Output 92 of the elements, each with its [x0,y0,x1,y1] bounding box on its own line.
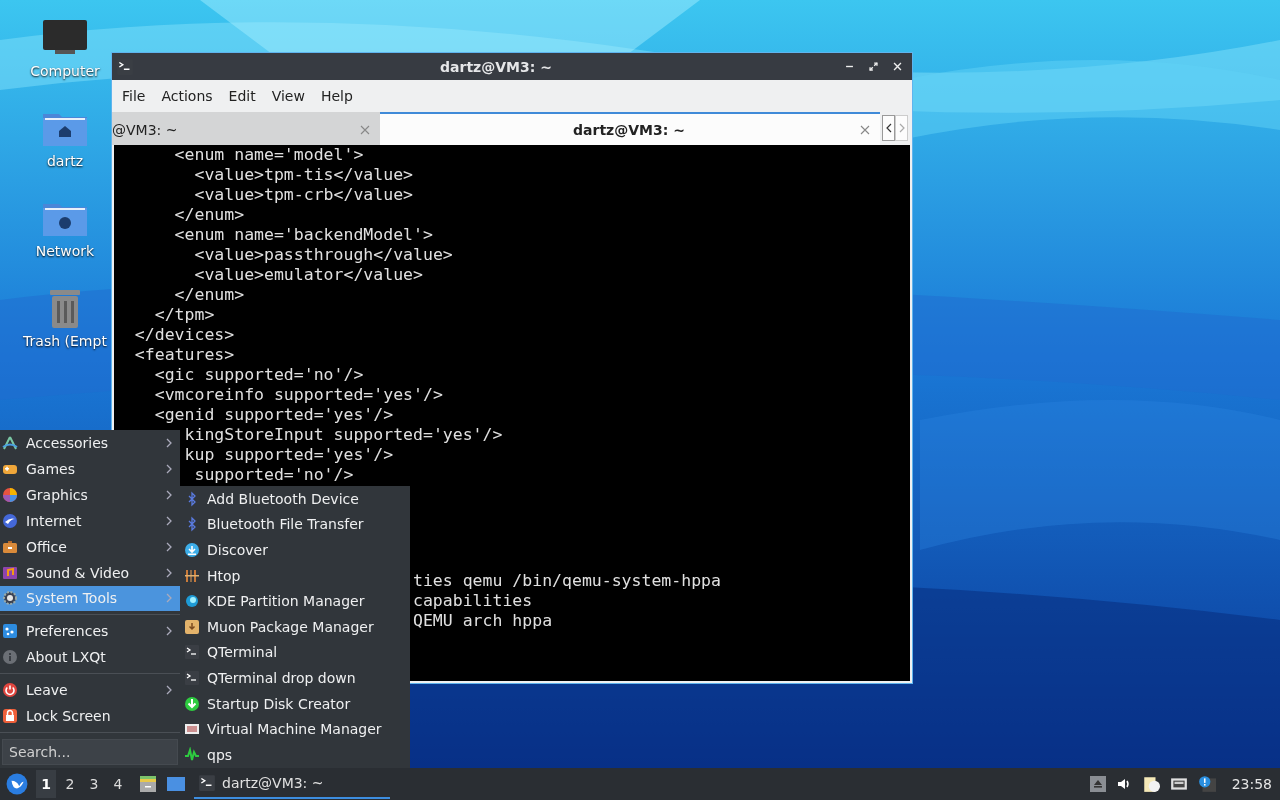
disk-icon [184,593,200,610]
notification-icon [1197,775,1216,793]
briefcase-icon [2,538,18,555]
gear-icon [2,590,18,607]
menu-item[interactable]: Lock Screen [0,703,180,730]
menu-item[interactable]: Bluetooth File Transfer [180,511,410,538]
file-cabinet-icon [138,774,158,794]
chevron-right-icon [897,122,906,134]
menu-item[interactable]: Accessories [0,430,180,456]
terminal-line: <genid supported='yes'/> [154,405,395,425]
terminal-line: </tpm> [154,305,216,325]
media-icon [2,564,18,581]
menu-item[interactable]: Htop [180,562,410,589]
settings-panel-icon [2,623,18,640]
terminal-line: <enum name='backendModel'> [174,225,434,245]
menu-item[interactable]: Internet [0,507,180,534]
menu-item[interactable]: Leave [0,677,180,704]
terminal-icon [198,774,216,792]
shortcut-label: dartz [46,153,84,169]
menu-item[interactable]: Edit [220,88,264,104]
menu-item[interactable]: About LXQt [0,644,180,671]
shortcut-label: Computer [30,63,100,79]
tab[interactable]: dartz@VM3: ~ [380,112,880,145]
menu-item[interactable]: KDE Partition Manager [180,588,410,614]
shortcut-label: Network [35,243,95,259]
workspace-button[interactable]: 3 [84,770,104,798]
bars-icon [184,567,200,584]
clipboard-icon [1141,775,1160,793]
download-icon [184,542,200,558]
power-icon [2,682,18,699]
terminal-icon [184,669,200,686]
menu-item[interactable]: Discover [180,537,410,563]
eject-icon [1089,776,1106,792]
terminal-line: capabilities [413,591,534,611]
globe-icon [2,512,18,529]
terminal-line: <value>tpm-crb</value> [194,185,414,205]
menu-item[interactable]: Games [0,455,180,482]
terminal-line: <enum name='model'> [174,145,365,165]
menu-item[interactable]: View [263,88,313,104]
terminal-line: <gic supported='no'/> [154,365,365,385]
color-wheel-icon [2,486,18,503]
desktop-icon [166,774,186,794]
terminal-icon [184,644,200,661]
menu-item[interactable]: QTerminal drop down [180,665,410,691]
search-field[interactable]: Search... [2,739,178,766]
terminal-line: <features> [134,345,236,365]
compass-icon [2,434,18,451]
menu-item[interactable]: Muon Package Manager [180,613,410,640]
close-icon [891,61,903,72]
chevron-left-icon [884,122,893,134]
terminal-line: kingStoreInput supported='yes'/> [184,425,504,445]
workspace-button[interactable]: 1 [36,770,56,798]
terminal-line: </enum> [174,285,246,305]
package-icon [184,618,200,635]
tab-label: dartz@VM3: ~ [572,121,686,138]
download-icon [184,695,200,712]
menu-item[interactable]: Office [0,533,180,560]
desktop-shortcut[interactable]: Trash (Empt [0,288,110,349]
speaker-icon [1115,776,1132,792]
terminal-line: </enum> [174,205,246,225]
waveform-icon [184,746,200,763]
workspace-button[interactable]: 4 [108,770,128,798]
window-title: dartz@VM3: ~ [439,58,553,75]
terminal-line: </devices> [134,325,236,345]
shortcut-label: Trash (Empt [23,333,107,349]
menu-item[interactable]: Preferences [0,618,180,645]
menu-item[interactable]: Actions [153,88,221,104]
terminal-line: <vmcoreinfo supported='yes'/> [154,385,444,405]
lock-icon [2,708,18,725]
menu-item[interactable]: qps [180,741,410,768]
menu-item[interactable]: File [114,88,154,104]
workspace-button[interactable]: 2 [60,770,80,798]
tab[interactable]: @VM3: ~ [112,112,380,145]
menu-item[interactable]: Add Bluetooth Device [180,486,410,512]
terminal-line: kup supported='yes'/> [184,445,395,465]
terminal-line: <value>emulator</value> [194,265,424,285]
menu-item[interactable]: Sound & Video [0,559,180,586]
scroll-left-button[interactable] [882,115,895,141]
terminal-line: QEMU arch hppa [413,611,554,631]
menu-item[interactable]: Help [312,88,361,104]
terminal-line: <value>passthrough</value> [194,245,454,265]
terminal-line: ties qemu /bin/qemu-system-hppa [413,571,722,591]
menu-item[interactable]: Virtual Machine Manager [180,716,410,742]
maximize-icon [867,61,879,72]
network-icon [1169,775,1188,793]
tab-label: @VM3: ~ [112,121,179,138]
menu-item[interactable]: Startup Disk Creator [180,690,410,717]
menu-item[interactable]: QTerminal [180,639,410,666]
menu-item[interactable]: Graphics [0,481,180,508]
clock[interactable]: 23:58 [1231,776,1272,792]
terminal-line: <value>tpm-tis</value> [194,165,414,185]
terminal-line: supported='no'/> [194,465,355,485]
